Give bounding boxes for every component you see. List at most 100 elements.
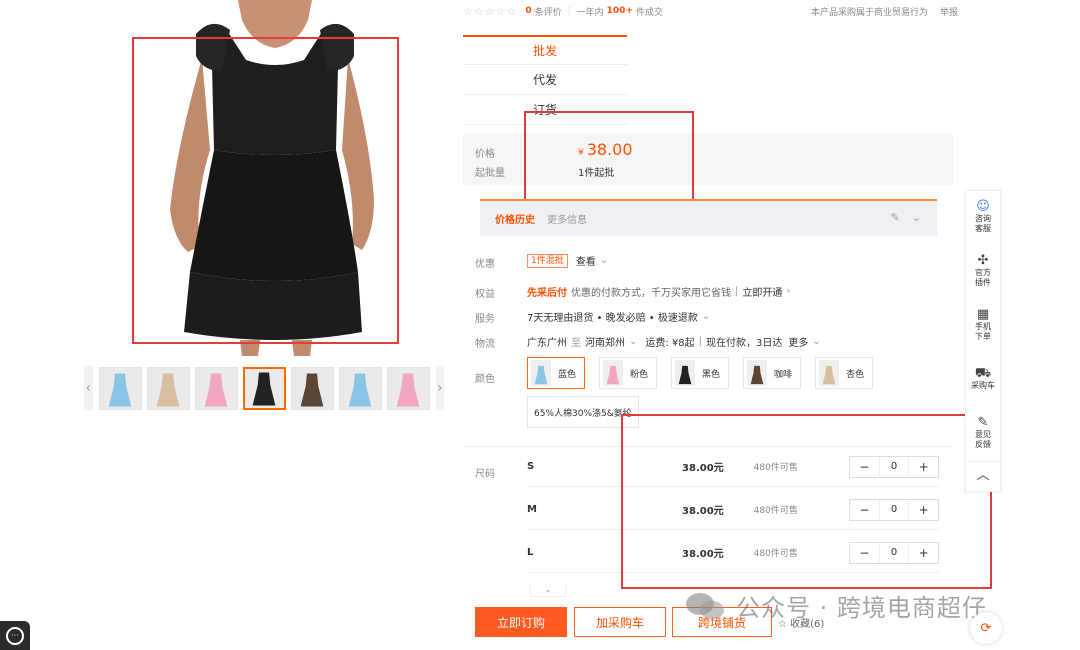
buy-now-button[interactable]: 立即订购 <box>475 607 567 637</box>
color-option-1[interactable]: 粉色 <box>599 357 658 389</box>
service-row: 7天无理由退货 • 晚发必赔 • 极速退款 ⌄ <box>527 309 714 324</box>
increase-button[interactable]: + <box>909 460 938 474</box>
dress-thumbnail-icon <box>156 373 180 406</box>
chevron-up-icon: ︿ <box>976 467 990 483</box>
increase-button[interactable]: + <box>909 503 938 517</box>
tab-dropship[interactable]: 代发 <box>463 65 627 95</box>
plugin-icon: ✣ <box>977 253 989 268</box>
price-value: ¥38.00 <box>578 140 633 159</box>
report-link[interactable]: 举报 <box>940 5 958 18</box>
color-label: 颜色 <box>475 374 495 385</box>
review-count[interactable]: 0 <box>525 6 531 16</box>
chevron-down-icon[interactable]: ⌄ <box>812 336 820 347</box>
add-to-cart-button[interactable]: 加采购车 <box>574 607 666 637</box>
dress-thumbnail-icon <box>534 365 548 385</box>
toolbar-plugin[interactable]: ✣ 官方 插件 <box>966 245 1000 299</box>
tab-more-info[interactable]: 更多信息 <box>547 211 587 226</box>
quantity-stepper: −0 + <box>849 455 939 478</box>
thumbnail-5[interactable] <box>338 366 382 410</box>
mixed-batch-tag: 1件混批 <box>527 253 568 268</box>
dress-thumbnail-icon <box>396 373 420 406</box>
tab-preorder[interactable]: 订货 <box>463 95 627 125</box>
thumbnail-0[interactable] <box>98 366 142 410</box>
increase-button[interactable]: + <box>909 546 938 560</box>
material-option[interactable]: 65%人棉30%涤5&氨纶 <box>527 396 639 428</box>
color-swatch <box>531 360 551 386</box>
size-row-m: M 38.00元 480件可售 −0 + <box>527 490 939 530</box>
discount-row: 1件混批 查看 ⌄ <box>527 253 612 268</box>
cart-icon: ⛟ <box>974 366 992 381</box>
color-option-0[interactable]: 蓝色 <box>527 357 586 389</box>
rights-row: 先采后付 优惠的付款方式，千万买家用它省钱 | 立即开通 › <box>527 284 791 299</box>
min-order-value: 1件起批 <box>578 168 615 179</box>
chat-widget[interactable]: ··· <box>0 621 30 650</box>
rating-stars-icon: ☆☆☆☆☆ <box>463 4 518 18</box>
wechat-icon <box>686 592 724 619</box>
toolbar-mobile-order[interactable]: ▦ 手机 下单 <box>966 299 1000 353</box>
size-row-l: L 38.00元 480件可售 −0 + <box>527 533 939 573</box>
color-swatch <box>747 360 768 386</box>
min-order-label: 起批量 <box>475 168 505 179</box>
color-swatch <box>675 360 696 386</box>
color-swatch <box>603 360 624 386</box>
dress-thumbnail-icon <box>678 365 692 385</box>
quantity-input[interactable]: 0 <box>878 499 910 520</box>
activate-link[interactable]: 立即开通 <box>742 284 782 299</box>
chat-icon: ··· <box>6 626 24 645</box>
color-option-3[interactable]: 咖啡 <box>743 357 802 389</box>
back-to-top-button[interactable]: ︿ <box>966 461 1000 491</box>
period-label: 一年内 <box>576 7 604 18</box>
ship-to[interactable]: 河南郑州 <box>585 334 625 349</box>
logistics-row: 广东广州 至 河南郑州 ⌄ 运费: ¥8起 | 现在付款，3日达 更多 ⌄ <box>527 334 821 349</box>
dress-photo <box>170 0 374 356</box>
thumb-prev-arrow-icon[interactable]: ‹ <box>84 366 93 410</box>
tab-price-history[interactable]: 价格历史 <box>495 211 535 226</box>
qr-code-icon: ▦ <box>976 307 990 322</box>
quantity-stepper: −0 + <box>849 541 939 564</box>
decrease-button[interactable]: − <box>850 546 879 560</box>
thumbnail-1[interactable] <box>146 366 190 410</box>
main-product-image[interactable] <box>130 0 420 356</box>
toolbar-feedback[interactable]: ✎ 意见 反馈 <box>966 407 1000 461</box>
thumb-next-arrow-icon[interactable]: › <box>435 366 444 410</box>
quantity-input[interactable]: 0 <box>878 542 910 563</box>
edit-icon[interactable]: ✎ <box>891 211 900 224</box>
ship-from: 广东广州 <box>527 338 567 349</box>
logistics-label: 物流 <box>475 339 495 350</box>
chevron-down-icon[interactable]: ⌄ <box>629 336 637 347</box>
logistics-more-link[interactable]: 更多 <box>788 334 808 349</box>
decrease-button[interactable]: − <box>850 503 879 517</box>
shipping-fee: 运费: ¥8起 <box>645 338 695 349</box>
price-label: 价格 <box>475 149 495 160</box>
chevron-down-icon[interactable]: ⌄ <box>912 211 921 224</box>
color-option-2[interactable]: 黑色 <box>671 357 730 389</box>
discount-more-link[interactable]: 查看 <box>576 253 596 268</box>
dress-thumbnail-icon <box>252 372 276 405</box>
floating-refresh-button[interactable]: ⟳ <box>970 612 1002 644</box>
chevron-down-icon[interactable]: ⌄ <box>702 311 710 322</box>
thumbnail-3[interactable] <box>242 366 286 410</box>
size-price: 38.00元 <box>682 463 724 474</box>
toolbar-cart[interactable]: ⛟ 采购车 <box>966 353 1000 407</box>
sold-count: 100+ <box>606 6 633 16</box>
color-option-4[interactable]: 杏色 <box>815 357 874 389</box>
thumbnail-6[interactable] <box>386 366 430 410</box>
right-toolbar: ☺ 咨询 客服 ✣ 官方 插件 ▦ 手机 下单 ⛟ 采购车 ✎ 意见 反馈 ︿ <box>965 190 1001 492</box>
pay-later-desc: 优惠的付款方式，千万买家用它省钱 <box>571 288 731 299</box>
chevron-right-icon[interactable]: › <box>786 286 790 297</box>
dress-thumbnail-icon <box>822 365 836 385</box>
tab-wholesale[interactable]: 批发 <box>463 35 627 65</box>
purchase-mode-tabs: 批发 代发 订货 <box>463 35 627 125</box>
thumbnail-4[interactable] <box>290 366 334 410</box>
review-label[interactable]: 条评价 <box>535 5 562 18</box>
trade-notice: 本产品采购属于商业贸易行为 <box>810 7 928 18</box>
size-price: 38.00元 <box>682 549 724 560</box>
quantity-input[interactable]: 0 <box>878 456 910 477</box>
color-swatch <box>819 360 840 386</box>
decrease-button[interactable]: − <box>850 460 879 474</box>
chevron-down-icon[interactable]: ⌄ <box>600 255 608 266</box>
toolbar-customer-service[interactable]: ☺ 咨询 客服 <box>966 191 1000 245</box>
delivery-eta: 现在付款，3日达 <box>706 338 783 349</box>
expand-sizes-chevron-icon[interactable]: ⌄ <box>530 583 566 597</box>
thumbnail-2[interactable] <box>194 366 238 410</box>
